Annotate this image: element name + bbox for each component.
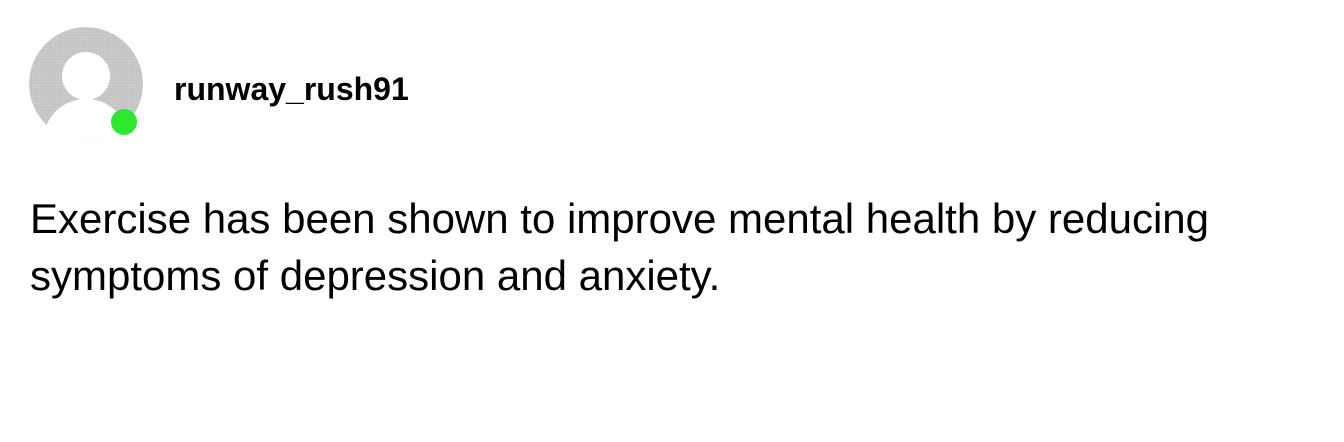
username[interactable]: runway_rush91 <box>174 71 409 107</box>
avatar[interactable] <box>29 27 143 141</box>
post-body-text: Exercise has been shown to improve menta… <box>30 195 1209 299</box>
post-header: runway_rush91 <box>29 27 409 141</box>
post-card: runway_rush91 Exercise has been shown to… <box>0 0 1344 442</box>
online-status-dot <box>111 109 137 135</box>
